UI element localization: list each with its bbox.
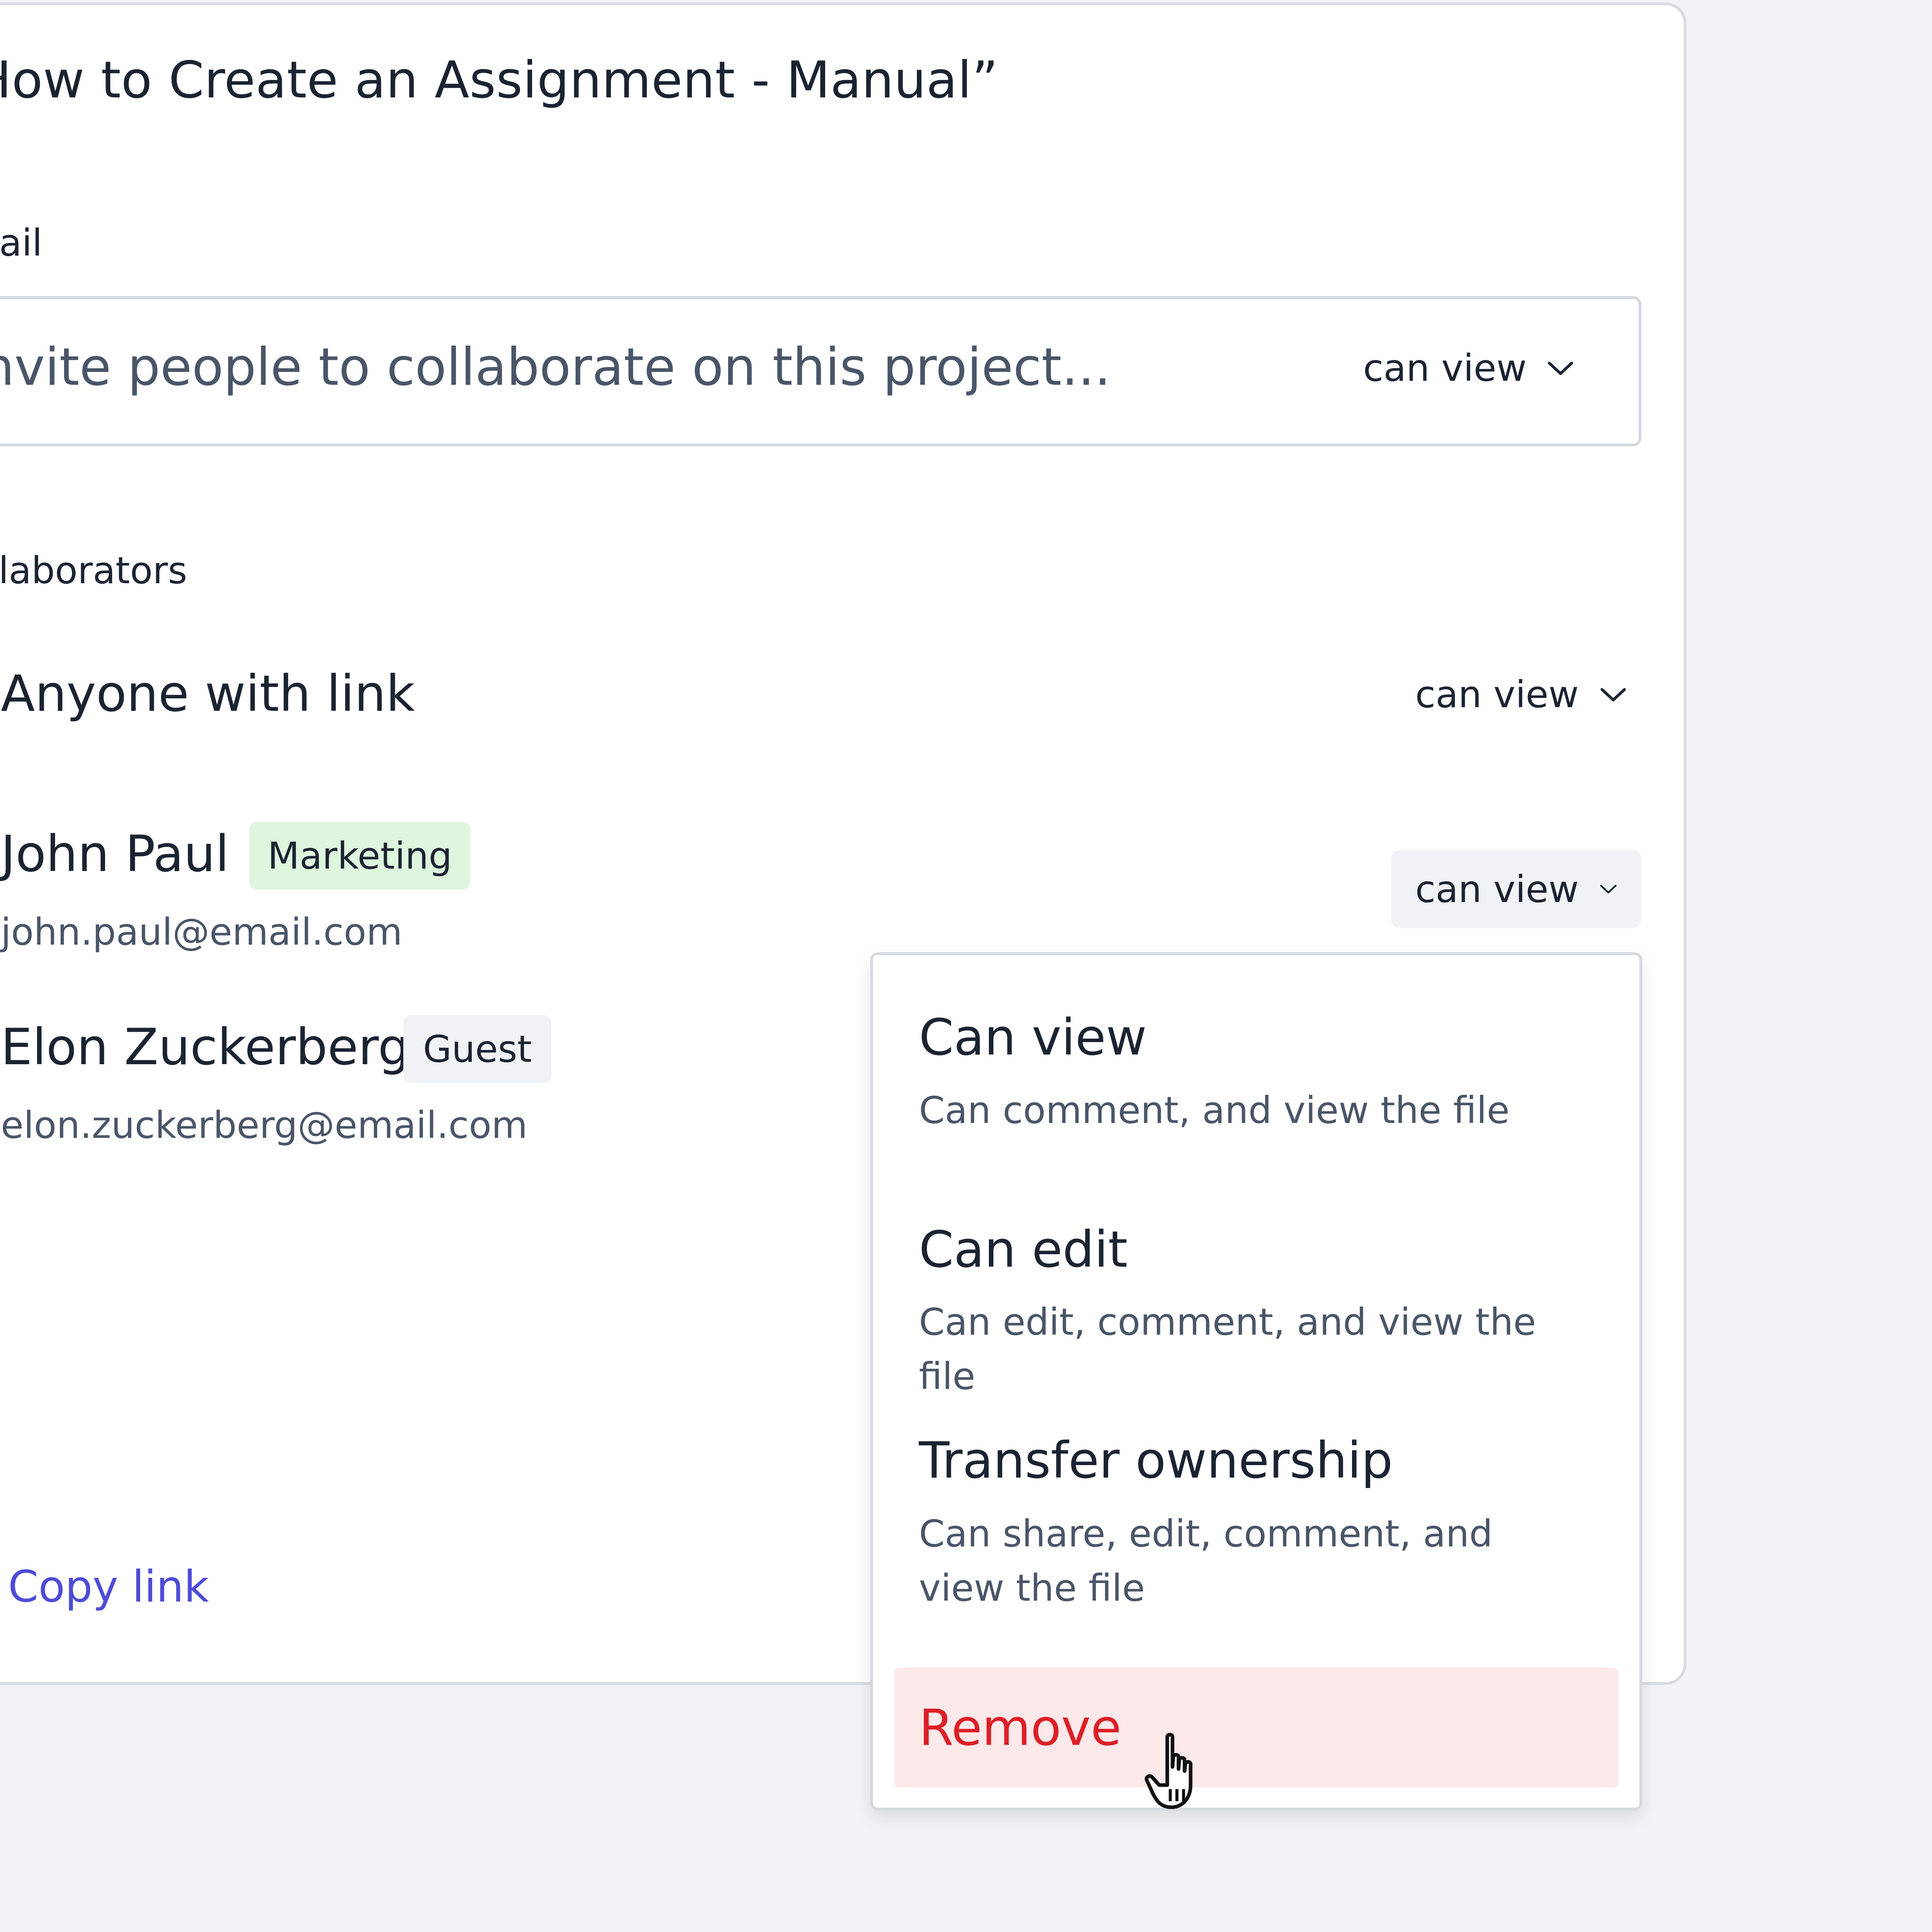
collaborator-email-john: john.paul@email.com bbox=[1, 910, 402, 954]
hand-pointer-cursor-icon bbox=[1145, 1733, 1193, 1809]
menu-item-title: Can edit bbox=[919, 1221, 1128, 1279]
collaborator-name-anyone: Anyone with link bbox=[1, 665, 415, 723]
invite-permission-select[interactable]: can view bbox=[1363, 347, 1574, 390]
permission-menu: Can view Can comment, and view the file … bbox=[870, 952, 1642, 1810]
collaborator-name-elon: Elon Zuckerberg bbox=[1, 1018, 410, 1076]
collaborator-email-elon: elon.zuckerberg@email.com bbox=[1, 1104, 528, 1147]
john-permission-select[interactable]: can view bbox=[1391, 850, 1641, 928]
menu-item-title: Transfer ownership bbox=[919, 1432, 1393, 1490]
copy-link-button[interactable]: Copy link bbox=[8, 1562, 209, 1612]
anyone-permission-label: can view bbox=[1415, 673, 1579, 716]
menu-item-remove[interactable]: Remove bbox=[894, 1668, 1618, 1788]
menu-item-description: Can share, edit, comment, and view the f… bbox=[919, 1512, 1493, 1610]
department-badge: Marketing bbox=[250, 822, 470, 890]
chevron-down-icon bbox=[1600, 688, 1626, 701]
collaborators-label: Collaborators bbox=[0, 549, 188, 592]
email-label: Email bbox=[0, 221, 43, 264]
anyone-permission-select[interactable]: can view bbox=[1415, 673, 1627, 716]
remove-label: Remove bbox=[919, 1699, 1122, 1757]
invite-email-field[interactable]: Invite people to collaborate on this pro… bbox=[0, 296, 1641, 446]
menu-item-title: Can view bbox=[919, 1009, 1147, 1067]
menu-item-description: Can edit, comment, and view the file bbox=[919, 1300, 1536, 1398]
invite-permission-label: can view bbox=[1363, 347, 1527, 390]
chevron-down-icon bbox=[1548, 361, 1573, 375]
invite-email-placeholder[interactable]: Invite people to collaborate on this pro… bbox=[0, 337, 1111, 397]
guest-badge: Guest bbox=[403, 1015, 551, 1083]
dialog-title: “How to Create an Assignment - Manual” bbox=[0, 50, 999, 109]
menu-item-description: Can comment, and view the file bbox=[919, 1089, 1510, 1132]
john-permission-label: can view bbox=[1415, 867, 1579, 911]
chevron-down-icon bbox=[1600, 885, 1617, 894]
collaborator-name-john: John Paul bbox=[1, 825, 229, 883]
